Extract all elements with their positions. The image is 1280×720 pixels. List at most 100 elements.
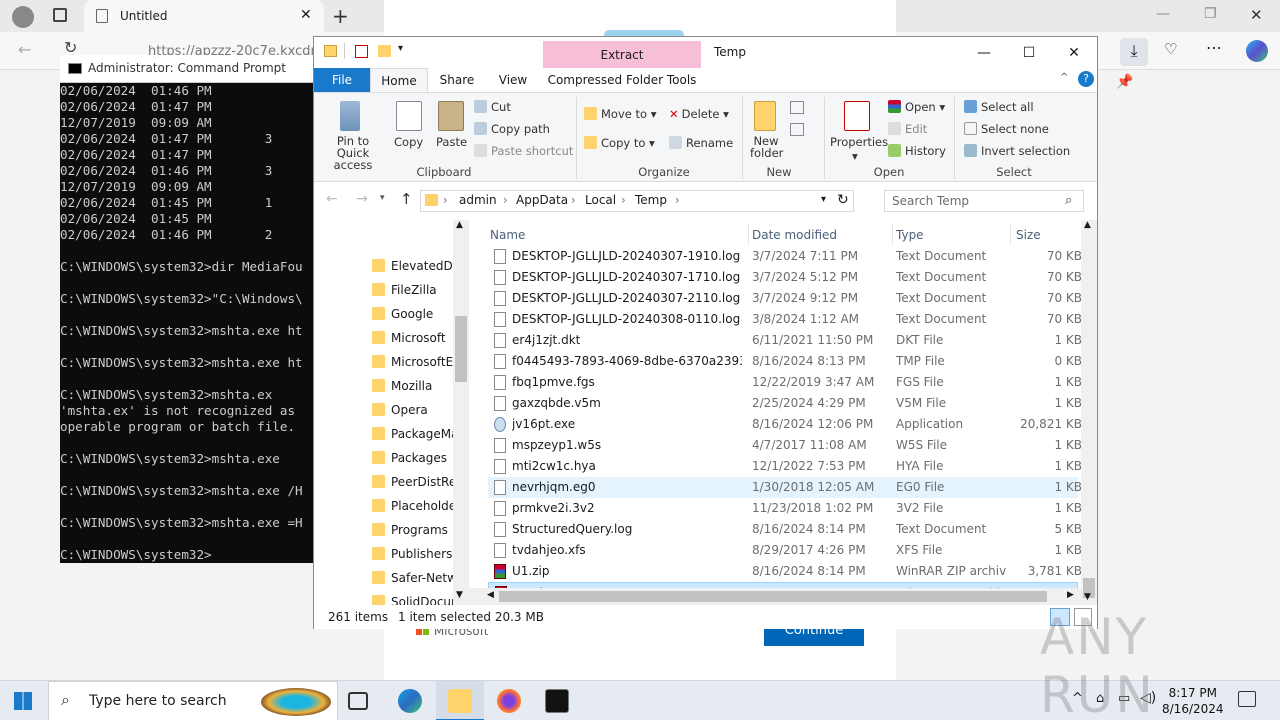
file-row[interactable]: StructuredQuery.log 8/16/2024 8:14 PM Text… — [488, 519, 1082, 540]
scroll-thumb[interactable] — [455, 316, 467, 382]
copilot-icon[interactable] — [1246, 40, 1268, 62]
rename-button[interactable]: Rename — [669, 136, 733, 150]
pin-icon[interactable]: 📌 — [1116, 74, 1133, 90]
extensions-icon[interactable]: ♡ — [1164, 40, 1177, 58]
help-icon[interactable]: ? — [1078, 71, 1094, 87]
file-row[interactable]: DESKTOP-JGLLJLD-20240307-1710.log 3/7/202… — [488, 267, 1082, 288]
paste-shortcut-button[interactable]: Paste shortcut — [474, 144, 573, 158]
nav-item[interactable]: Opera — [370, 398, 455, 422]
nav-item[interactable]: Publishers — [370, 542, 455, 566]
back-button[interactable]: ← — [326, 191, 338, 207]
collapse-ribbon-icon[interactable]: ^ — [1060, 72, 1068, 83]
file-row[interactable]: gaxzqbde.v5m 2/25/2024 4:29 PM V5M File 1 K… — [488, 393, 1082, 414]
maximize-button[interactable]: ☐ — [1006, 42, 1052, 64]
qat-dropdown-icon[interactable]: ▾ — [398, 43, 403, 54]
close-button[interactable]: ✕ — [1051, 42, 1097, 64]
new-tab-button[interactable]: + — [332, 4, 349, 28]
maximize-icon[interactable]: ❐ — [1204, 6, 1217, 22]
file-row[interactable]: jv16pt.exe 8/16/2024 12:06 PM Application 2… — [488, 414, 1082, 435]
nav-item[interactable]: Microsoft — [370, 326, 455, 350]
nav-item[interactable]: Placeholder — [370, 494, 455, 518]
properties-qat-icon[interactable] — [355, 45, 368, 58]
start-icon[interactable] — [14, 692, 32, 710]
nav-item[interactable]: MicrosoftEc — [370, 350, 455, 374]
minimize-icon[interactable]: — — [1156, 6, 1170, 22]
browser-tab[interactable]: Untitled ✕ — [84, 0, 324, 32]
invert-selection-button[interactable]: Invert selection — [964, 144, 1070, 158]
file-row[interactable]: DESKTOP-JGLLJLD-20240307-2110.log 3/7/202… — [488, 288, 1082, 309]
move-to-button[interactable]: Move to ▾ — [584, 107, 656, 121]
nav-item[interactable]: FileZilla — [370, 278, 455, 302]
scroll-left-icon[interactable]: ◀ — [487, 590, 494, 600]
tab-compressed-folder-tools[interactable]: Compressed Folder Tools — [543, 68, 701, 92]
file-row[interactable]: er4j1zjt.dkt 6/11/2021 11:50 PM DKT File 1 … — [488, 330, 1082, 351]
scroll-thumb[interactable] — [499, 591, 1047, 602]
file-row[interactable]: prmkve2i.3v2 11/23/2018 1:02 PM 3V2 File 1 … — [488, 498, 1082, 519]
breadcrumb-appdata[interactable]: AppData — [516, 193, 568, 207]
file-row[interactable]: DESKTOP-JGLLJLD-20240307-1910.log 3/7/202… — [488, 246, 1082, 267]
file-explorer-window[interactable]: ▾ Extract Temp — ☐ ✕ File Home Share Vie… — [313, 36, 1098, 629]
search-input[interactable]: Search Temp — [892, 194, 969, 208]
copy-to-button[interactable]: Copy to ▾ — [584, 136, 655, 150]
nav-item[interactable]: PeerDistRep — [370, 470, 455, 494]
address-breadcrumb[interactable]: › admin › AppData › Local › Temp › ▾ ↻ — [420, 190, 854, 212]
scroll-up-icon[interactable]: ▲ — [456, 220, 463, 230]
close-tab-icon[interactable]: ✕ — [300, 7, 312, 23]
edge-icon[interactable] — [398, 689, 422, 713]
nav-item[interactable]: Packages — [370, 446, 455, 470]
nav-item[interactable]: PackageMa — [370, 422, 455, 446]
cmd-titlebar[interactable]: Administrator: Command Prompt — [60, 55, 314, 83]
forward-button[interactable]: → — [356, 191, 368, 207]
download-icon[interactable]: ⤓ — [1120, 38, 1148, 66]
tab-actions-icon[interactable] — [53, 8, 67, 22]
explorer-titlebar[interactable]: ▾ Extract Temp — ☐ ✕ — [314, 37, 1097, 68]
file-row[interactable]: tvdahjeo.xfs 8/29/2017 4:26 PM XFS File 1 K… — [488, 540, 1082, 561]
scroll-up-icon[interactable]: ▲ — [1084, 220, 1091, 230]
file-row[interactable]: mspzeyp1.w5s 4/7/2017 11:08 AM W5S File 1 K… — [488, 435, 1082, 456]
navigation-scrollbar[interactable]: ▲ ▼ — [453, 220, 469, 605]
tab-share[interactable]: Share — [432, 68, 482, 92]
nav-item[interactable]: Safer-Netwo — [370, 566, 455, 590]
recent-locations-icon[interactable]: ▾ — [380, 193, 385, 203]
back-icon[interactable]: ← — [18, 40, 31, 59]
file-list-scrollbar[interactable]: ▲ ▼ — [1081, 220, 1097, 605]
search-box[interactable]: Search Temp ⌕ — [884, 190, 1084, 212]
select-all-button[interactable]: Select all — [964, 100, 1034, 114]
extract-context-tab[interactable]: Extract — [543, 41, 701, 68]
file-row[interactable]: DESKTOP-JGLLJLD-20240308-0110.log 3/8/202… — [488, 309, 1082, 330]
file-row[interactable]: nevrhjqm.eg0 1/30/2018 12:05 AM EG0 File 1 … — [488, 477, 1082, 498]
new-item-icon[interactable] — [790, 101, 804, 114]
close-icon[interactable]: ✕ — [1250, 6, 1263, 24]
file-row[interactable]: mti2cw1c.hya 12/1/2022 7:53 PM HYA File 1 K… — [488, 456, 1082, 477]
scroll-down-icon[interactable]: ▼ — [456, 590, 463, 600]
easy-access-icon[interactable] — [790, 123, 804, 136]
copy-path-button[interactable]: Copy path — [474, 122, 550, 136]
task-view-icon[interactable] — [348, 692, 368, 710]
copy-button[interactable]: Copy — [394, 135, 423, 149]
up-button[interactable]: ↑ — [400, 190, 413, 208]
pin-quick-access-button[interactable]: Pin to Quick access — [320, 135, 386, 171]
history-button[interactable]: History — [888, 144, 946, 158]
horizontal-scrollbar[interactable]: ◀ ▶ — [469, 588, 1081, 605]
new-folder-button[interactable]: New folder — [750, 135, 783, 159]
breadcrumb-temp[interactable]: Temp — [635, 193, 667, 207]
new-folder-qat-icon[interactable] — [378, 45, 391, 57]
command-prompt-window[interactable]: Administrator: Command Prompt 02/06/2024… — [60, 55, 314, 563]
select-none-button[interactable]: Select none — [964, 122, 1049, 136]
minimize-button[interactable]: — — [961, 42, 1007, 64]
breadcrumb-admin[interactable]: admin — [459, 193, 497, 207]
tab-file[interactable]: File — [314, 68, 370, 92]
paste-button[interactable]: Paste — [436, 135, 467, 149]
taskbar-search[interactable]: ⌕ Type here to search — [48, 681, 338, 720]
nav-item[interactable]: Mozilla — [370, 374, 455, 398]
nav-item[interactable]: SolidDocum — [370, 590, 455, 605]
delete-button[interactable]: ✕ Delete ▾ — [669, 107, 729, 121]
open-button[interactable]: Open ▾ — [888, 100, 945, 114]
scroll-right-icon[interactable]: ▶ — [1067, 590, 1074, 600]
breadcrumb-local[interactable]: Local — [585, 193, 616, 207]
refresh-icon[interactable]: ↻ — [837, 192, 849, 208]
cmd-output[interactable]: 02/06/2024 01:46 PM 02/06/2024 01:47 PM 12… — [60, 83, 314, 563]
cut-button[interactable]: Cut — [474, 100, 511, 114]
file-row[interactable]: U1.zip 8/16/2024 8:14 PM WinRAR ZIP archiv… — [488, 561, 1082, 582]
edit-button[interactable]: Edit — [888, 122, 927, 136]
